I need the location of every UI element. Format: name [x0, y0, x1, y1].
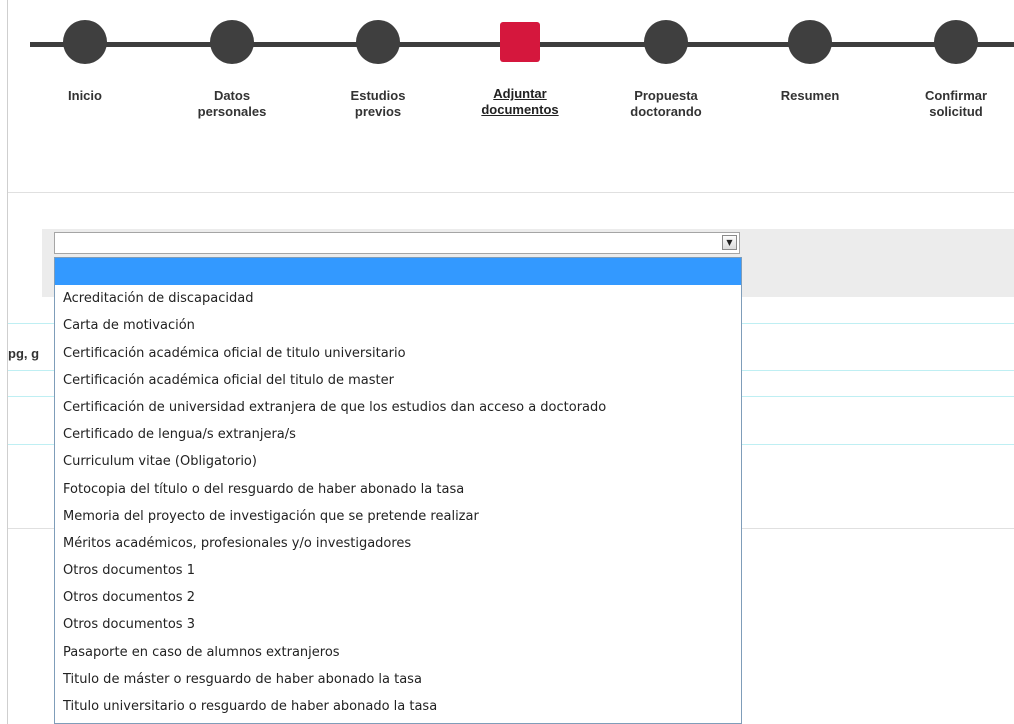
- step-dot: [934, 20, 978, 64]
- step-label-active: Adjuntar documentos: [481, 86, 559, 117]
- select-option[interactable]: Otros documentos 2: [55, 584, 741, 611]
- select-option[interactable]: Méritos académicos, profesionales y/o in…: [55, 530, 741, 557]
- select-option[interactable]: Carta de motivación: [55, 312, 741, 339]
- step-label: Resumen: [780, 88, 840, 103]
- select-option[interactable]: Certificación académica oficial de titul…: [55, 340, 741, 367]
- select-option[interactable]: Titulo universitario o resguardo de habe…: [55, 693, 741, 720]
- select-option[interactable]: Otros documentos 1: [55, 557, 741, 584]
- select-option[interactable]: Titulo de máster o resguardo de haber ab…: [55, 666, 741, 693]
- step-label: Estudios previos: [350, 88, 406, 119]
- step-propuesta-doctorando[interactable]: Propuesta doctorando: [601, 20, 731, 120]
- step-dot: [356, 20, 400, 64]
- step-label: Inicio: [68, 88, 102, 103]
- step-resumen[interactable]: Resumen: [745, 20, 875, 104]
- step-adjuntar-documentos[interactable]: Adjuntar documentos: [455, 20, 585, 118]
- select-option[interactable]: Otros documentos 3: [55, 611, 741, 638]
- step-label: Confirmar solicitud: [924, 88, 988, 119]
- step-datos-personales[interactable]: Datos personales: [167, 20, 297, 120]
- step-dot: [63, 20, 107, 64]
- step-inicio[interactable]: Inicio: [20, 20, 150, 104]
- step-label: Propuesta doctorando: [630, 88, 702, 119]
- step-estudios-previos[interactable]: Estudios previos: [313, 20, 443, 120]
- select-option[interactable]: Certificación de universidad extranjera …: [55, 394, 741, 421]
- section-divider: [8, 192, 1014, 193]
- dropdown-arrow-icon[interactable]: ▼: [722, 235, 737, 250]
- step-confirmar-solicitud[interactable]: Confirmar solicitud: [891, 20, 1014, 120]
- select-option[interactable]: Memoria del proyecto de investigación qu…: [55, 503, 741, 530]
- step-label: Datos personales: [197, 88, 267, 119]
- document-type-select[interactable]: ▼: [54, 232, 740, 254]
- document-type-options: Acreditación de discapacidad Carta de mo…: [54, 257, 742, 724]
- select-option[interactable]: Acreditación de discapacidad: [55, 285, 741, 312]
- step-dot: [788, 20, 832, 64]
- select-option[interactable]: [55, 258, 741, 286]
- step-dot-active: [500, 22, 540, 62]
- file-types-hint: pg, g: [8, 346, 40, 361]
- select-option[interactable]: Fotocopia del título o del resguardo de …: [55, 476, 741, 503]
- select-option[interactable]: Curriculum vitae (Obligatorio): [55, 448, 741, 475]
- select-option[interactable]: Pasaporte en caso de alumnos extranjeros: [55, 639, 741, 666]
- step-dot: [644, 20, 688, 64]
- step-dot: [210, 20, 254, 64]
- progress-stepper: Inicio Datos personales Estudios previos A…: [0, 0, 1014, 160]
- select-option[interactable]: Certificación académica oficial del titu…: [55, 367, 741, 394]
- select-option[interactable]: Certificado de lengua/s extranjera/s: [55, 421, 741, 448]
